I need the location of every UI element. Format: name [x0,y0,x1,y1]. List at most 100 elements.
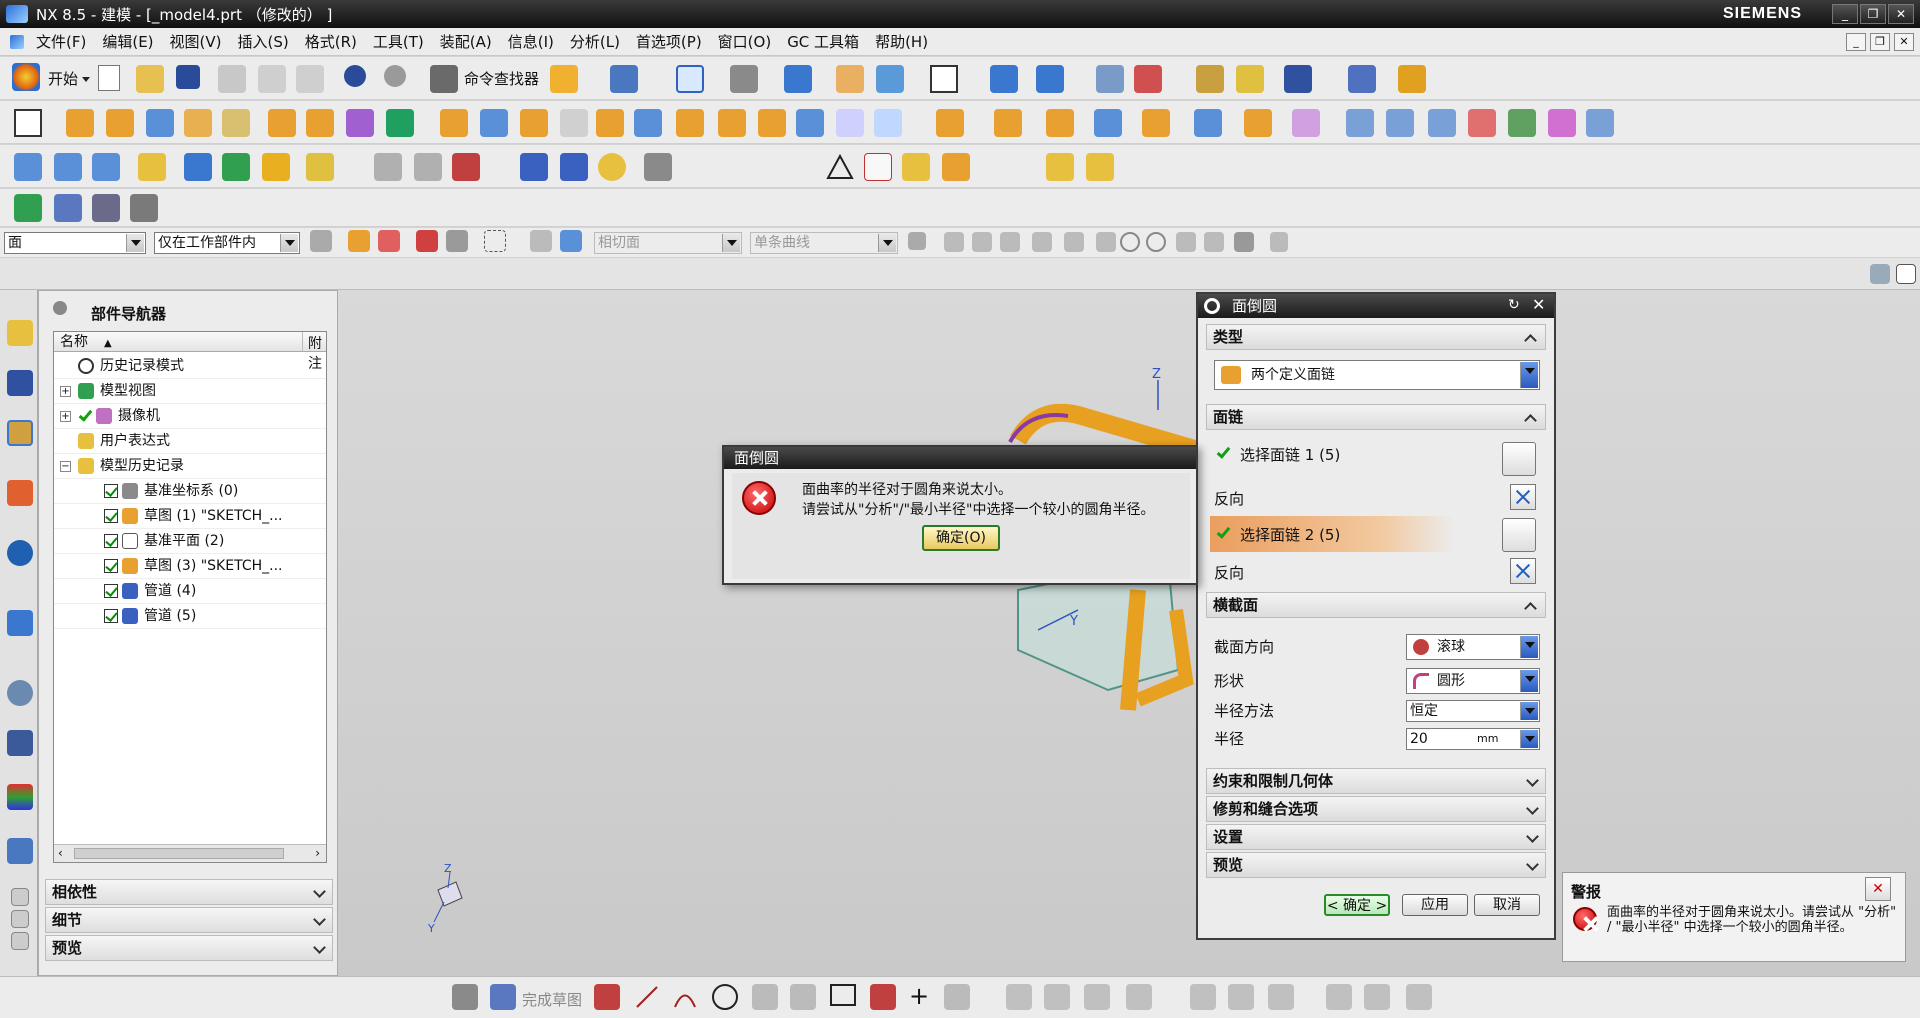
finish-sketch-label[interactable]: 完成草图 [522,989,582,1010]
tree-row-datum-plane[interactable]: 基准平面 (2) [54,529,326,554]
law-extension-icon[interactable] [1548,109,1576,137]
move-face-icon[interactable] [14,153,42,181]
revolve-icon[interactable] [106,109,134,137]
apply-button[interactable]: 应用 [1402,894,1468,916]
visibility-checkbox[interactable] [104,559,118,573]
visibility-checkbox[interactable] [104,534,118,548]
arrow-icon[interactable] [908,232,926,250]
trim-sew-section[interactable]: 修剪和缝合选项 [1206,796,1546,822]
start-label[interactable]: 开始 [48,68,78,89]
dependencies-panel[interactable]: 相依性 [45,879,333,905]
constraint-section[interactable]: 约束和限制几何体 [1206,768,1546,794]
deselect-icon[interactable] [416,230,438,252]
datum-icon[interactable] [346,109,374,137]
select-body-icon[interactable] [530,230,552,252]
through-curves-icon[interactable] [1346,109,1374,137]
snap-endpoint-icon[interactable] [944,232,964,252]
alert-close-icon[interactable]: ✕ [1865,877,1891,901]
orient-view-icon[interactable] [836,65,864,93]
collapse-icon[interactable]: − [60,461,71,472]
history-palette-icon[interactable] [7,610,33,636]
snap-grid-icon[interactable] [1270,232,1288,252]
fillet-icon[interactable] [752,984,778,1010]
menu-format[interactable]: 格式(R) [297,31,365,52]
measure-icon[interactable] [1196,65,1224,93]
spreadsheet-icon[interactable] [864,153,892,181]
check-mate-icon[interactable] [14,194,42,222]
curve-icon[interactable] [374,153,402,181]
snap-quadrant-icon[interactable] [1146,232,1166,252]
profile-icon[interactable] [594,984,620,1010]
copy-icon[interactable] [258,65,286,93]
arc-icon[interactable] [672,984,698,1010]
menu-info[interactable]: 信息(I) [500,31,562,52]
point-icon[interactable] [386,109,414,137]
sketch-icon[interactable] [14,109,42,137]
shaded-view-icon[interactable] [784,65,812,93]
tool-icon[interactable] [130,194,158,222]
app-menu-icon[interactable] [10,34,24,49]
ok-button[interactable]: < 确定 > [1324,894,1390,916]
inferred-constraints-icon[interactable] [1406,984,1432,1010]
start-icon[interactable] [12,63,40,91]
dimension-sketch-icon[interactable] [1126,984,1152,1010]
shell-icon[interactable] [596,109,624,137]
view-section-icon[interactable] [876,65,904,93]
system-materials-icon[interactable] [7,838,33,864]
patch-icon[interactable] [1194,109,1222,137]
view-layout-icon[interactable] [1870,264,1890,284]
spring-icon[interactable] [560,153,588,181]
open-icon[interactable] [136,65,164,93]
list-icon[interactable] [92,194,120,222]
tree-row-cameras[interactable]: + 摄像机 [54,404,326,429]
polygon-icon[interactable] [870,984,896,1010]
select-features-icon[interactable] [348,230,370,252]
grid-icon[interactable] [1348,65,1376,93]
visibility-checkbox[interactable] [104,609,118,623]
type-section[interactable]: 类型 [1206,324,1546,350]
doc-minimize-icon[interactable]: _ [1846,33,1866,51]
wcs-icon[interactable] [1096,65,1124,93]
move-layer-icon[interactable] [1036,65,1064,93]
cross-section-section[interactable]: 横截面 [1206,592,1546,618]
draft-icon[interactable] [634,109,662,137]
edge-blend-icon[interactable] [520,109,548,137]
offset-sketch-icon[interactable] [944,984,970,1010]
radius-input[interactable]: 20 mm [1406,728,1540,750]
face-blend-icon[interactable] [718,109,746,137]
block-icon[interactable] [146,109,174,137]
unite-icon[interactable] [936,109,964,137]
redo-icon[interactable] [384,65,406,87]
snap-line-icon[interactable] [1000,232,1020,252]
scroll-up-icon[interactable] [11,888,29,906]
navigator-tree[interactable]: 名称 ▲ 附注 历史记录模式 + 模型视图 + 摄像机 用户表达式 − 模型历史记… [53,331,327,863]
pattern-icon[interactable] [874,109,902,137]
fastener-icon[interactable] [644,153,672,181]
menu-help[interactable]: 帮助(H) [867,31,936,52]
roles-palette-icon[interactable] [7,784,33,810]
replace-face-icon[interactable] [138,153,166,181]
cylinder-icon[interactable] [184,109,212,137]
menu-gc-toolbox[interactable]: GC 工具箱 [779,31,867,52]
snap-intersect-icon[interactable] [1096,232,1116,252]
sketch-task-icon[interactable] [452,984,478,1010]
line-icon[interactable] [634,984,660,1010]
tube-icon[interactable] [520,153,548,181]
expression-icon[interactable] [902,153,930,181]
boss-icon[interactable] [306,109,334,137]
pin-icon[interactable] [446,230,468,252]
menu-edit[interactable]: 编辑(E) [94,31,161,52]
sew-icon[interactable] [1142,109,1170,137]
snap-midpoint-icon[interactable] [972,232,992,252]
roles-icon[interactable] [550,65,578,93]
delete-face-icon[interactable] [184,153,212,181]
intersect-icon[interactable] [1046,109,1074,137]
display-constraints-icon[interactable] [1268,984,1294,1010]
tree-row-sketch-1[interactable]: 草图 (1) "SKETCH_... [54,504,326,529]
swept-icon[interactable] [1428,109,1456,137]
tree-row-model-history[interactable]: − 模型历史记录 [54,454,326,479]
preview-panel[interactable]: 预览 [45,935,333,961]
fullscreen-icon[interactable] [1896,264,1916,284]
select-face-icon[interactable] [560,230,582,252]
n-sided-icon[interactable] [1468,109,1496,137]
